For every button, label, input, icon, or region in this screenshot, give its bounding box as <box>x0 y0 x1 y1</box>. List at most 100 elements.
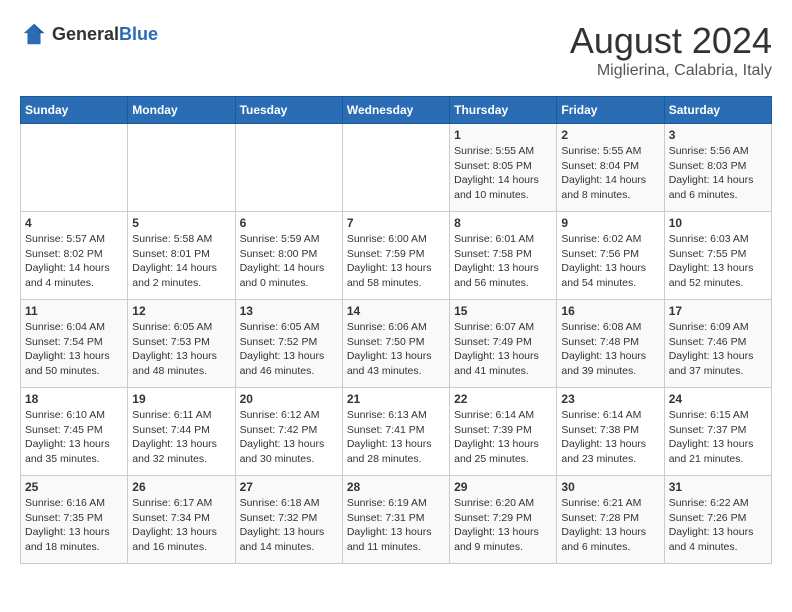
day-header-saturday: Saturday <box>664 97 771 124</box>
day-number: 3 <box>669 128 767 142</box>
day-header-friday: Friday <box>557 97 664 124</box>
calendar-cell: 20Sunrise: 6:12 AM Sunset: 7:42 PM Dayli… <box>235 388 342 476</box>
day-detail: Sunrise: 6:12 AM Sunset: 7:42 PM Dayligh… <box>240 408 338 467</box>
calendar-week-5: 25 Sunrise: 6:16 AM Sunset: 7:35 PM Dayli… <box>21 476 772 564</box>
calendar-cell: 22 Sunrise: 6:14 AM Sunset: 7:39 PM Dayli… <box>450 388 557 476</box>
day-detail: Sunrise: 5:57 AM Sunset: 8:02 PM Dayligh… <box>25 232 123 291</box>
day-number: 26 <box>132 480 230 494</box>
logo-blue: Blue <box>119 24 158 44</box>
calendar-cell: 16Sunrise: 6:08 AM Sunset: 7:48 PM Dayli… <box>557 300 664 388</box>
calendar-cell <box>342 124 449 212</box>
page-header: GeneralBlue August 2024 Miglierina, Cala… <box>20 20 772 80</box>
day-number: 22 <box>454 392 552 406</box>
calendar-table: SundayMondayTuesdayWednesdayThursdayFrid… <box>20 96 772 564</box>
calendar-cell: 17 Sunrise: 6:09 AM Sunset: 7:46 PM Dayli… <box>664 300 771 388</box>
day-number: 21 <box>347 392 445 406</box>
day-detail: Sunrise: 6:00 AM Sunset: 7:59 PM Dayligh… <box>347 232 445 291</box>
day-number: 27 <box>240 480 338 494</box>
calendar-cell: 27 Sunrise: 6:18 AM Sunset: 7:32 PM Dayli… <box>235 476 342 564</box>
calendar-cell: 25 Sunrise: 6:16 AM Sunset: 7:35 PM Dayli… <box>21 476 128 564</box>
day-header-thursday: Thursday <box>450 97 557 124</box>
calendar-week-4: 18 Sunrise: 6:10 AM Sunset: 7:45 PM Dayli… <box>21 388 772 476</box>
day-detail: Sunrise: 6:10 AM Sunset: 7:45 PM Dayligh… <box>25 408 123 467</box>
day-detail: Sunrise: 6:19 AM Sunset: 7:31 PM Dayligh… <box>347 496 445 555</box>
calendar-cell <box>21 124 128 212</box>
calendar-cell: 4Sunrise: 5:57 AM Sunset: 8:02 PM Daylig… <box>21 212 128 300</box>
calendar-week-3: 11 Sunrise: 6:04 AM Sunset: 7:54 PM Dayli… <box>21 300 772 388</box>
day-number: 28 <box>347 480 445 494</box>
day-number: 12 <box>132 304 230 318</box>
calendar-cell: 2Sunrise: 5:55 AM Sunset: 8:04 PM Daylig… <box>557 124 664 212</box>
day-number: 29 <box>454 480 552 494</box>
day-number: 8 <box>454 216 552 230</box>
day-number: 7 <box>347 216 445 230</box>
day-detail: Sunrise: 6:11 AM Sunset: 7:44 PM Dayligh… <box>132 408 230 467</box>
day-detail: Sunrise: 6:14 AM Sunset: 7:38 PM Dayligh… <box>561 408 659 467</box>
calendar-cell: 8 Sunrise: 6:01 AM Sunset: 7:58 PM Daylig… <box>450 212 557 300</box>
calendar-cell: 10 Sunrise: 6:03 AM Sunset: 7:55 PM Dayli… <box>664 212 771 300</box>
calendar-cell: 31 Sunrise: 6:22 AM Sunset: 7:26 PM Dayli… <box>664 476 771 564</box>
day-detail: Sunrise: 6:13 AM Sunset: 7:41 PM Dayligh… <box>347 408 445 467</box>
day-number: 19 <box>132 392 230 406</box>
day-header-sunday: Sunday <box>21 97 128 124</box>
day-detail: Sunrise: 6:16 AM Sunset: 7:35 PM Dayligh… <box>25 496 123 555</box>
day-number: 23 <box>561 392 659 406</box>
day-detail: Sunrise: 5:56 AM Sunset: 8:03 PM Dayligh… <box>669 144 767 203</box>
calendar-cell: 15Sunrise: 6:07 AM Sunset: 7:49 PM Dayli… <box>450 300 557 388</box>
logo-general: General <box>52 24 119 44</box>
title-block: August 2024 Miglierina, Calabria, Italy <box>570 20 772 80</box>
calendar-cell: 18 Sunrise: 6:10 AM Sunset: 7:45 PM Dayli… <box>21 388 128 476</box>
day-number: 6 <box>240 216 338 230</box>
location-title: Miglierina, Calabria, Italy <box>570 62 772 80</box>
calendar-cell: 1 Sunrise: 5:55 AM Sunset: 8:05 PM Daylig… <box>450 124 557 212</box>
logo-icon <box>20 20 48 48</box>
day-detail: Sunrise: 6:05 AM Sunset: 7:53 PM Dayligh… <box>132 320 230 379</box>
calendar-cell: 11 Sunrise: 6:04 AM Sunset: 7:54 PM Dayli… <box>21 300 128 388</box>
day-detail: Sunrise: 6:20 AM Sunset: 7:29 PM Dayligh… <box>454 496 552 555</box>
day-number: 30 <box>561 480 659 494</box>
day-detail: Sunrise: 6:09 AM Sunset: 7:46 PM Dayligh… <box>669 320 767 379</box>
day-number: 25 <box>25 480 123 494</box>
day-detail: Sunrise: 6:18 AM Sunset: 7:32 PM Dayligh… <box>240 496 338 555</box>
day-detail: Sunrise: 5:58 AM Sunset: 8:01 PM Dayligh… <box>132 232 230 291</box>
calendar-week-2: 4Sunrise: 5:57 AM Sunset: 8:02 PM Daylig… <box>21 212 772 300</box>
day-detail: Sunrise: 6:14 AM Sunset: 7:39 PM Dayligh… <box>454 408 552 467</box>
month-title: August 2024 <box>570 20 772 62</box>
day-number: 1 <box>454 128 552 142</box>
calendar-cell: 13Sunrise: 6:05 AM Sunset: 7:52 PM Dayli… <box>235 300 342 388</box>
day-number: 14 <box>347 304 445 318</box>
calendar-cell: 9 Sunrise: 6:02 AM Sunset: 7:56 PM Daylig… <box>557 212 664 300</box>
calendar-cell: 3 Sunrise: 5:56 AM Sunset: 8:03 PM Daylig… <box>664 124 771 212</box>
calendar-cell: 6 Sunrise: 5:59 AM Sunset: 8:00 PM Daylig… <box>235 212 342 300</box>
day-detail: Sunrise: 5:59 AM Sunset: 8:00 PM Dayligh… <box>240 232 338 291</box>
day-number: 5 <box>132 216 230 230</box>
day-detail: Sunrise: 6:06 AM Sunset: 7:50 PM Dayligh… <box>347 320 445 379</box>
day-number: 15 <box>454 304 552 318</box>
day-detail: Sunrise: 6:02 AM Sunset: 7:56 PM Dayligh… <box>561 232 659 291</box>
calendar-cell: 12 Sunrise: 6:05 AM Sunset: 7:53 PM Dayli… <box>128 300 235 388</box>
day-number: 17 <box>669 304 767 318</box>
day-number: 10 <box>669 216 767 230</box>
calendar-cell: 23 Sunrise: 6:14 AM Sunset: 7:38 PM Dayli… <box>557 388 664 476</box>
calendar-cell <box>128 124 235 212</box>
day-detail: Sunrise: 6:15 AM Sunset: 7:37 PM Dayligh… <box>669 408 767 467</box>
day-number: 18 <box>25 392 123 406</box>
calendar-cell: 7 Sunrise: 6:00 AM Sunset: 7:59 PM Daylig… <box>342 212 449 300</box>
day-detail: Sunrise: 6:04 AM Sunset: 7:54 PM Dayligh… <box>25 320 123 379</box>
day-header-monday: Monday <box>128 97 235 124</box>
day-detail: Sunrise: 6:01 AM Sunset: 7:58 PM Dayligh… <box>454 232 552 291</box>
calendar-cell: 26Sunrise: 6:17 AM Sunset: 7:34 PM Dayli… <box>128 476 235 564</box>
day-number: 16 <box>561 304 659 318</box>
calendar-week-1: 1 Sunrise: 5:55 AM Sunset: 8:05 PM Daylig… <box>21 124 772 212</box>
day-detail: Sunrise: 6:22 AM Sunset: 7:26 PM Dayligh… <box>669 496 767 555</box>
calendar-header-row: SundayMondayTuesdayWednesdayThursdayFrid… <box>21 97 772 124</box>
calendar-cell: 28 Sunrise: 6:19 AM Sunset: 7:31 PM Dayli… <box>342 476 449 564</box>
day-detail: Sunrise: 6:03 AM Sunset: 7:55 PM Dayligh… <box>669 232 767 291</box>
day-detail: Sunrise: 5:55 AM Sunset: 8:05 PM Dayligh… <box>454 144 552 203</box>
day-detail: Sunrise: 5:55 AM Sunset: 8:04 PM Dayligh… <box>561 144 659 203</box>
day-number: 31 <box>669 480 767 494</box>
calendar-cell: 21 Sunrise: 6:13 AM Sunset: 7:41 PM Dayli… <box>342 388 449 476</box>
day-number: 11 <box>25 304 123 318</box>
calendar-cell: 30Sunrise: 6:21 AM Sunset: 7:28 PM Dayli… <box>557 476 664 564</box>
day-number: 9 <box>561 216 659 230</box>
